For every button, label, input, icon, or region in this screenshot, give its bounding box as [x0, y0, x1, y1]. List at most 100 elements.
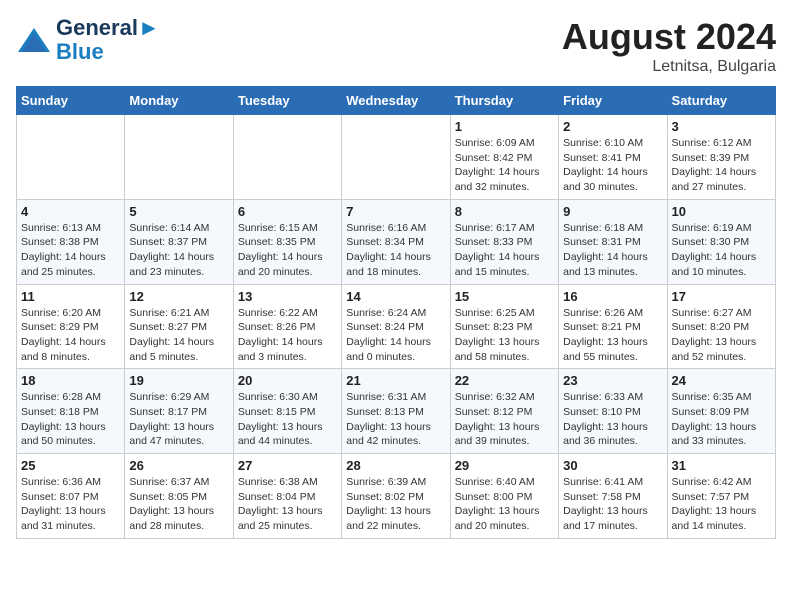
- table-row: 12 Sunrise: 6:21 AMSunset: 8:27 PMDayligh…: [125, 284, 233, 369]
- day-number: 2: [563, 119, 662, 134]
- table-row: [125, 115, 233, 200]
- day-number: 25: [21, 458, 120, 473]
- table-row: 3Sunrise: 6:12 AMSunset: 8:39 PMDaylight…: [667, 115, 775, 200]
- title-block: August 2024 Letnitsa, Bulgaria: [562, 16, 776, 76]
- day-info: Sunrise: 6:15 AMSunset: 8:35 PMDaylight:…: [238, 221, 337, 280]
- weekday-header-monday: Monday: [125, 87, 233, 115]
- table-row: 5 Sunrise: 6:14 AMSunset: 8:37 PMDaylight…: [125, 199, 233, 284]
- logo: General► Blue: [16, 16, 160, 64]
- day-number: 11: [21, 289, 120, 304]
- table-row: 23Sunrise: 6:33 AMSunset: 8:10 PMDayligh…: [559, 369, 667, 454]
- table-row: 26 Sunrise: 6:37 AMSunset: 8:05 PMDayligh…: [125, 454, 233, 539]
- day-info: Sunrise: 6:35 AMSunset: 8:09 PMDaylight:…: [672, 390, 771, 449]
- table-row: 31 Sunrise: 6:42 AMSunset: 7:57 PMDayligh…: [667, 454, 775, 539]
- page-header: General► Blue August 2024 Letnitsa, Bulg…: [16, 16, 776, 76]
- day-info: Sunrise: 6:26 AMSunset: 8:21 PMDaylight:…: [563, 306, 662, 365]
- day-info: Sunrise: 6:21 AMSunset: 8:27 PMDaylight:…: [129, 306, 228, 365]
- table-row: [342, 115, 450, 200]
- day-info: Sunrise: 6:36 AMSunset: 8:07 PMDaylight:…: [21, 475, 120, 534]
- day-number: 28: [346, 458, 445, 473]
- day-info: Sunrise: 6:14 AMSunset: 8:37 PMDaylight:…: [129, 221, 228, 280]
- day-info: Sunrise: 6:33 AMSunset: 8:10 PMDaylight:…: [563, 390, 662, 449]
- weekday-header-row: SundayMondayTuesdayWednesdayThursdayFrid…: [17, 87, 776, 115]
- weekday-header-saturday: Saturday: [667, 87, 775, 115]
- table-row: 18 Sunrise: 6:28 AMSunset: 8:18 PMDayligh…: [17, 369, 125, 454]
- weekday-header-thursday: Thursday: [450, 87, 558, 115]
- table-row: 20Sunrise: 6:30 AMSunset: 8:15 PMDayligh…: [233, 369, 341, 454]
- table-row: [17, 115, 125, 200]
- table-row: 16 Sunrise: 6:26 AMSunset: 8:21 PMDayligh…: [559, 284, 667, 369]
- table-row: 29Sunrise: 6:40 AMSunset: 8:00 PMDayligh…: [450, 454, 558, 539]
- day-number: 27: [238, 458, 337, 473]
- table-row: 8Sunrise: 6:17 AMSunset: 8:33 PMDaylight…: [450, 199, 558, 284]
- table-row: 28 Sunrise: 6:39 AMSunset: 8:02 PMDayligh…: [342, 454, 450, 539]
- day-info: Sunrise: 6:27 AMSunset: 8:20 PMDaylight:…: [672, 306, 771, 365]
- day-info: Sunrise: 6:38 AMSunset: 8:04 PMDaylight:…: [238, 475, 337, 534]
- day-number: 17: [672, 289, 771, 304]
- weekday-header-sunday: Sunday: [17, 87, 125, 115]
- day-info: Sunrise: 6:24 AMSunset: 8:24 PMDaylight:…: [346, 306, 445, 365]
- day-number: 12: [129, 289, 228, 304]
- day-info: Sunrise: 6:25 AMSunset: 8:23 PMDaylight:…: [455, 306, 554, 365]
- day-number: 30: [563, 458, 662, 473]
- week-row-3: 11 Sunrise: 6:20 AMSunset: 8:29 PMDayligh…: [17, 284, 776, 369]
- logo-text: General► Blue: [56, 16, 160, 64]
- table-row: 24Sunrise: 6:35 AMSunset: 8:09 PMDayligh…: [667, 369, 775, 454]
- table-row: [233, 115, 341, 200]
- day-info: Sunrise: 6:10 AMSunset: 8:41 PMDaylight:…: [563, 136, 662, 195]
- week-row-2: 4 Sunrise: 6:13 AMSunset: 8:38 PMDaylight…: [17, 199, 776, 284]
- day-info: Sunrise: 6:20 AMSunset: 8:29 PMDaylight:…: [21, 306, 120, 365]
- day-number: 6: [238, 204, 337, 219]
- table-row: 25 Sunrise: 6:36 AMSunset: 8:07 PMDayligh…: [17, 454, 125, 539]
- day-info: Sunrise: 6:09 AMSunset: 8:42 PMDaylight:…: [455, 136, 554, 195]
- week-row-5: 25 Sunrise: 6:36 AMSunset: 8:07 PMDayligh…: [17, 454, 776, 539]
- day-number: 14: [346, 289, 445, 304]
- day-info: Sunrise: 6:32 AMSunset: 8:12 PMDaylight:…: [455, 390, 554, 449]
- day-number: 16: [563, 289, 662, 304]
- week-row-4: 18 Sunrise: 6:28 AMSunset: 8:18 PMDayligh…: [17, 369, 776, 454]
- day-number: 9: [563, 204, 662, 219]
- day-info: Sunrise: 6:41 AMSunset: 7:58 PMDaylight:…: [563, 475, 662, 534]
- day-number: 4: [21, 204, 120, 219]
- table-row: 21Sunrise: 6:31 AMSunset: 8:13 PMDayligh…: [342, 369, 450, 454]
- day-number: 29: [455, 458, 554, 473]
- week-row-1: 1Sunrise: 6:09 AMSunset: 8:42 PMDaylight…: [17, 115, 776, 200]
- day-number: 5: [129, 204, 228, 219]
- day-number: 26: [129, 458, 228, 473]
- day-number: 22: [455, 373, 554, 388]
- day-info: Sunrise: 6:37 AMSunset: 8:05 PMDaylight:…: [129, 475, 228, 534]
- table-row: 7 Sunrise: 6:16 AMSunset: 8:34 PMDaylight…: [342, 199, 450, 284]
- table-row: 2 Sunrise: 6:10 AMSunset: 8:41 PMDaylight…: [559, 115, 667, 200]
- logo-icon: [16, 26, 52, 54]
- day-info: Sunrise: 6:31 AMSunset: 8:13 PMDaylight:…: [346, 390, 445, 449]
- table-row: 22 Sunrise: 6:32 AMSunset: 8:12 PMDayligh…: [450, 369, 558, 454]
- day-number: 7: [346, 204, 445, 219]
- location: Letnitsa, Bulgaria: [562, 58, 776, 76]
- day-number: 18: [21, 373, 120, 388]
- day-info: Sunrise: 6:29 AMSunset: 8:17 PMDaylight:…: [129, 390, 228, 449]
- table-row: 19 Sunrise: 6:29 AMSunset: 8:17 PMDayligh…: [125, 369, 233, 454]
- day-number: 19: [129, 373, 228, 388]
- day-number: 31: [672, 458, 771, 473]
- table-row: 14 Sunrise: 6:24 AMSunset: 8:24 PMDayligh…: [342, 284, 450, 369]
- day-info: Sunrise: 6:17 AMSunset: 8:33 PMDaylight:…: [455, 221, 554, 280]
- day-info: Sunrise: 6:16 AMSunset: 8:34 PMDaylight:…: [346, 221, 445, 280]
- weekday-header-friday: Friday: [559, 87, 667, 115]
- table-row: 6 Sunrise: 6:15 AMSunset: 8:35 PMDaylight…: [233, 199, 341, 284]
- day-info: Sunrise: 6:22 AMSunset: 8:26 PMDaylight:…: [238, 306, 337, 365]
- day-info: Sunrise: 6:39 AMSunset: 8:02 PMDaylight:…: [346, 475, 445, 534]
- table-row: 15Sunrise: 6:25 AMSunset: 8:23 PMDayligh…: [450, 284, 558, 369]
- day-info: Sunrise: 6:13 AMSunset: 8:38 PMDaylight:…: [21, 221, 120, 280]
- table-row: 9Sunrise: 6:18 AMSunset: 8:31 PMDaylight…: [559, 199, 667, 284]
- calendar-table: SundayMondayTuesdayWednesdayThursdayFrid…: [16, 86, 776, 539]
- weekday-header-tuesday: Tuesday: [233, 87, 341, 115]
- table-row: 13Sunrise: 6:22 AMSunset: 8:26 PMDayligh…: [233, 284, 341, 369]
- day-info: Sunrise: 6:42 AMSunset: 7:57 PMDaylight:…: [672, 475, 771, 534]
- table-row: 17 Sunrise: 6:27 AMSunset: 8:20 PMDayligh…: [667, 284, 775, 369]
- day-number: 10: [672, 204, 771, 219]
- day-info: Sunrise: 6:28 AMSunset: 8:18 PMDaylight:…: [21, 390, 120, 449]
- month-title: August 2024: [562, 16, 776, 58]
- day-info: Sunrise: 6:19 AMSunset: 8:30 PMDaylight:…: [672, 221, 771, 280]
- day-number: 3: [672, 119, 771, 134]
- table-row: 10 Sunrise: 6:19 AMSunset: 8:30 PMDayligh…: [667, 199, 775, 284]
